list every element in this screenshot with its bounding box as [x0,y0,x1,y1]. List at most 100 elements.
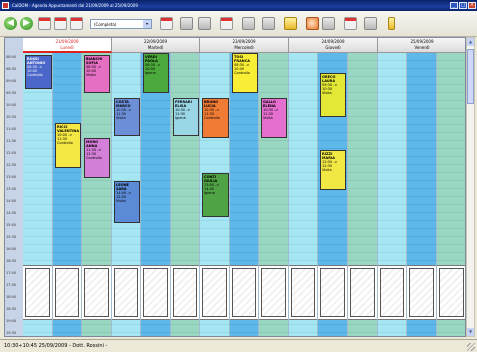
paste-icon[interactable] [262,17,275,30]
calendar-week-icon[interactable] [54,17,67,30]
day-header[interactable]: 25/09/2009 Venerdì [378,38,465,53]
day-header[interactable]: 24/09/2009 Giovedì [289,38,378,53]
schedule-column[interactable] [230,53,259,336]
view-select[interactable]: (Completa) ▾ [90,19,152,29]
maximize-button[interactable]: □ [459,2,467,9]
day-header[interactable]: 23/09/2009 Mercoledì [200,38,289,53]
calendar-edit-icon[interactable] [220,17,233,30]
close-button[interactable]: X [468,2,476,9]
appointment-block[interactable]: VERDI PAOLA 08:30 -> 10:00 Igiene [143,53,169,93]
appointment-block[interactable]: RIZZI MARIA 12:00 -> 12:30 Visita [320,150,346,190]
appointment-name: RIZZI MARIA [322,152,335,160]
appointment-name: GALLO ELENA [263,100,276,108]
document-icon[interactable] [364,17,377,30]
lunch-break-block [23,265,52,320]
time-label: 13:00 [6,175,17,179]
status-bar: 10:30÷10:45 25/09/2009 - Dott. Rossini - [0,339,477,352]
scroll-thumb[interactable] [467,49,474,104]
day-name: Mercoledì [234,45,254,50]
chevron-down-icon[interactable]: ▾ [143,20,151,28]
calendar-new-icon[interactable] [160,17,173,30]
resize-grip-icon[interactable] [467,343,475,351]
day-header[interactable]: 21/09/2009 Lunedì [23,38,112,53]
time-label: 08:00 [6,55,17,59]
appointment-time: 08:30 -> 10:00 [86,65,102,73]
lunch-break-block [378,265,406,320]
lunch-break-block [82,265,111,320]
schedule-column[interactable] [141,53,171,336]
appointment-block[interactable]: COSTA MARCO 10:30 -> 11:30 Visita [114,98,140,136]
schedule-column[interactable] [82,53,112,336]
window-title: CalDOM - Agenda Appuntamenti dal 21/09/2… [12,3,138,8]
appointment-time: 10:30 -> 11:30 [204,108,220,116]
appointment-type: Visita [116,116,126,120]
time-label: 15:30 [6,235,17,239]
lunch-break-block [112,265,140,320]
calendar-day-icon[interactable] [70,17,83,30]
schedule-column[interactable] [259,53,289,336]
appointment-name: LEONE SARA [116,183,129,191]
appointment-name: CONTI GIULIA [204,175,218,183]
minimize-button[interactable]: _ [450,2,458,9]
time-label: 08:30 [6,67,17,71]
help-icon[interactable] [306,17,319,30]
appointment-block[interactable]: RICCI VALENTINA 10:00 -> 11:30 Controllo [55,123,81,168]
appointment-type: Igiene [145,71,156,75]
day-header[interactable]: 22/09/2009 Martedì [112,38,200,53]
appointment-name: VERDI PAOLA [145,55,158,63]
day-name: Venerdì [414,45,430,50]
appointment-time: 10:00 -> 11:30 [57,133,73,141]
appointment-block[interactable]: LEONE SARA 14:00 -> 15:00 Visita [114,181,140,223]
time-label: 19:30 [6,331,17,335]
phone-icon[interactable] [322,17,335,30]
back-arrow-icon[interactable]: ◀ [4,17,17,30]
appointment-time: 09:30 -> 10:30 [322,83,338,91]
schedule-column[interactable] [53,53,82,336]
schedule-column[interactable] [378,53,407,336]
calendar-icon[interactable] [38,17,51,30]
appointment-block[interactable]: ROSSI ANTONIO 08:30 -> 10:00 Controllo [25,55,52,89]
vertical-scrollbar[interactable]: ▲ ▼ [466,37,475,337]
note-icon[interactable] [284,17,297,30]
exit-icon[interactable] [388,17,395,30]
schedule-column[interactable] [437,53,465,336]
appointment-name: BRUNO LUCIA [204,100,219,108]
appointment-type: Igiene [175,116,186,120]
appointment-block[interactable]: TOSI FRANCA 08:30 -> 10:00 Controllo [232,53,258,93]
search-icon[interactable] [198,17,211,30]
appointment-block[interactable]: CONTI GIULIA 13:00 -> 14:00 Igiene [202,173,229,217]
appointment-block[interactable]: GRECO LAURA 09:30 -> 10:30 Visita [320,73,346,117]
schedule-column[interactable] [171,53,200,336]
appointment-time: 10:30 -> 11:30 [175,108,191,116]
appointment-block[interactable]: BRUNO LUCIA 10:30 -> 11:30 Controllo [202,98,229,138]
appointment-block[interactable]: BIANCHI SOFIA 08:30 -> 10:00 Visita [84,55,110,93]
appointment-block[interactable]: FERRARI ELISA 10:30 -> 11:30 Igiene [173,98,199,136]
appointment-block[interactable]: GALLO ELENA 10:30 -> 11:30 Visita [261,98,287,138]
time-label: 12:00 [6,151,17,155]
schedule-column[interactable] [23,53,53,336]
appointment-type: Visita [263,116,273,120]
lunch-break-block [141,265,170,320]
calendar-settings-icon[interactable] [344,17,357,30]
time-label: 11:30 [6,139,17,143]
schedule-column[interactable] [289,53,318,336]
copy-icon[interactable] [242,17,255,30]
forward-arrow-icon[interactable]: ▶ [20,17,33,30]
appointment-time: 10:30 -> 11:30 [116,108,132,116]
schedule-column[interactable] [407,53,437,336]
appointment-type: Controllo [86,156,102,160]
scroll-down-icon[interactable]: ▼ [467,328,474,336]
schedule-column[interactable] [348,53,378,336]
appointment-block[interactable]: MORO ANNA 11:30 -> 12:30 Controllo [84,138,110,178]
calendar-grid[interactable]: 08:00 08:30 09:00 09:30 10:00 10:30 11:0… [4,37,466,337]
time-label: 14:00 [6,199,17,203]
appointment-time: 14:00 -> 15:00 [116,191,132,199]
appointment-type: Controllo [57,141,73,145]
appointment-name: GRECO LAURA [322,75,336,83]
time-label: 19:00 [6,319,17,323]
scroll-up-icon[interactable]: ▲ [467,38,474,46]
print-icon[interactable] [180,17,193,30]
lunch-break-block [348,265,377,320]
app-icon [2,2,9,9]
toolbar: ◀ ▶ (Completa) ▾ [0,11,477,37]
